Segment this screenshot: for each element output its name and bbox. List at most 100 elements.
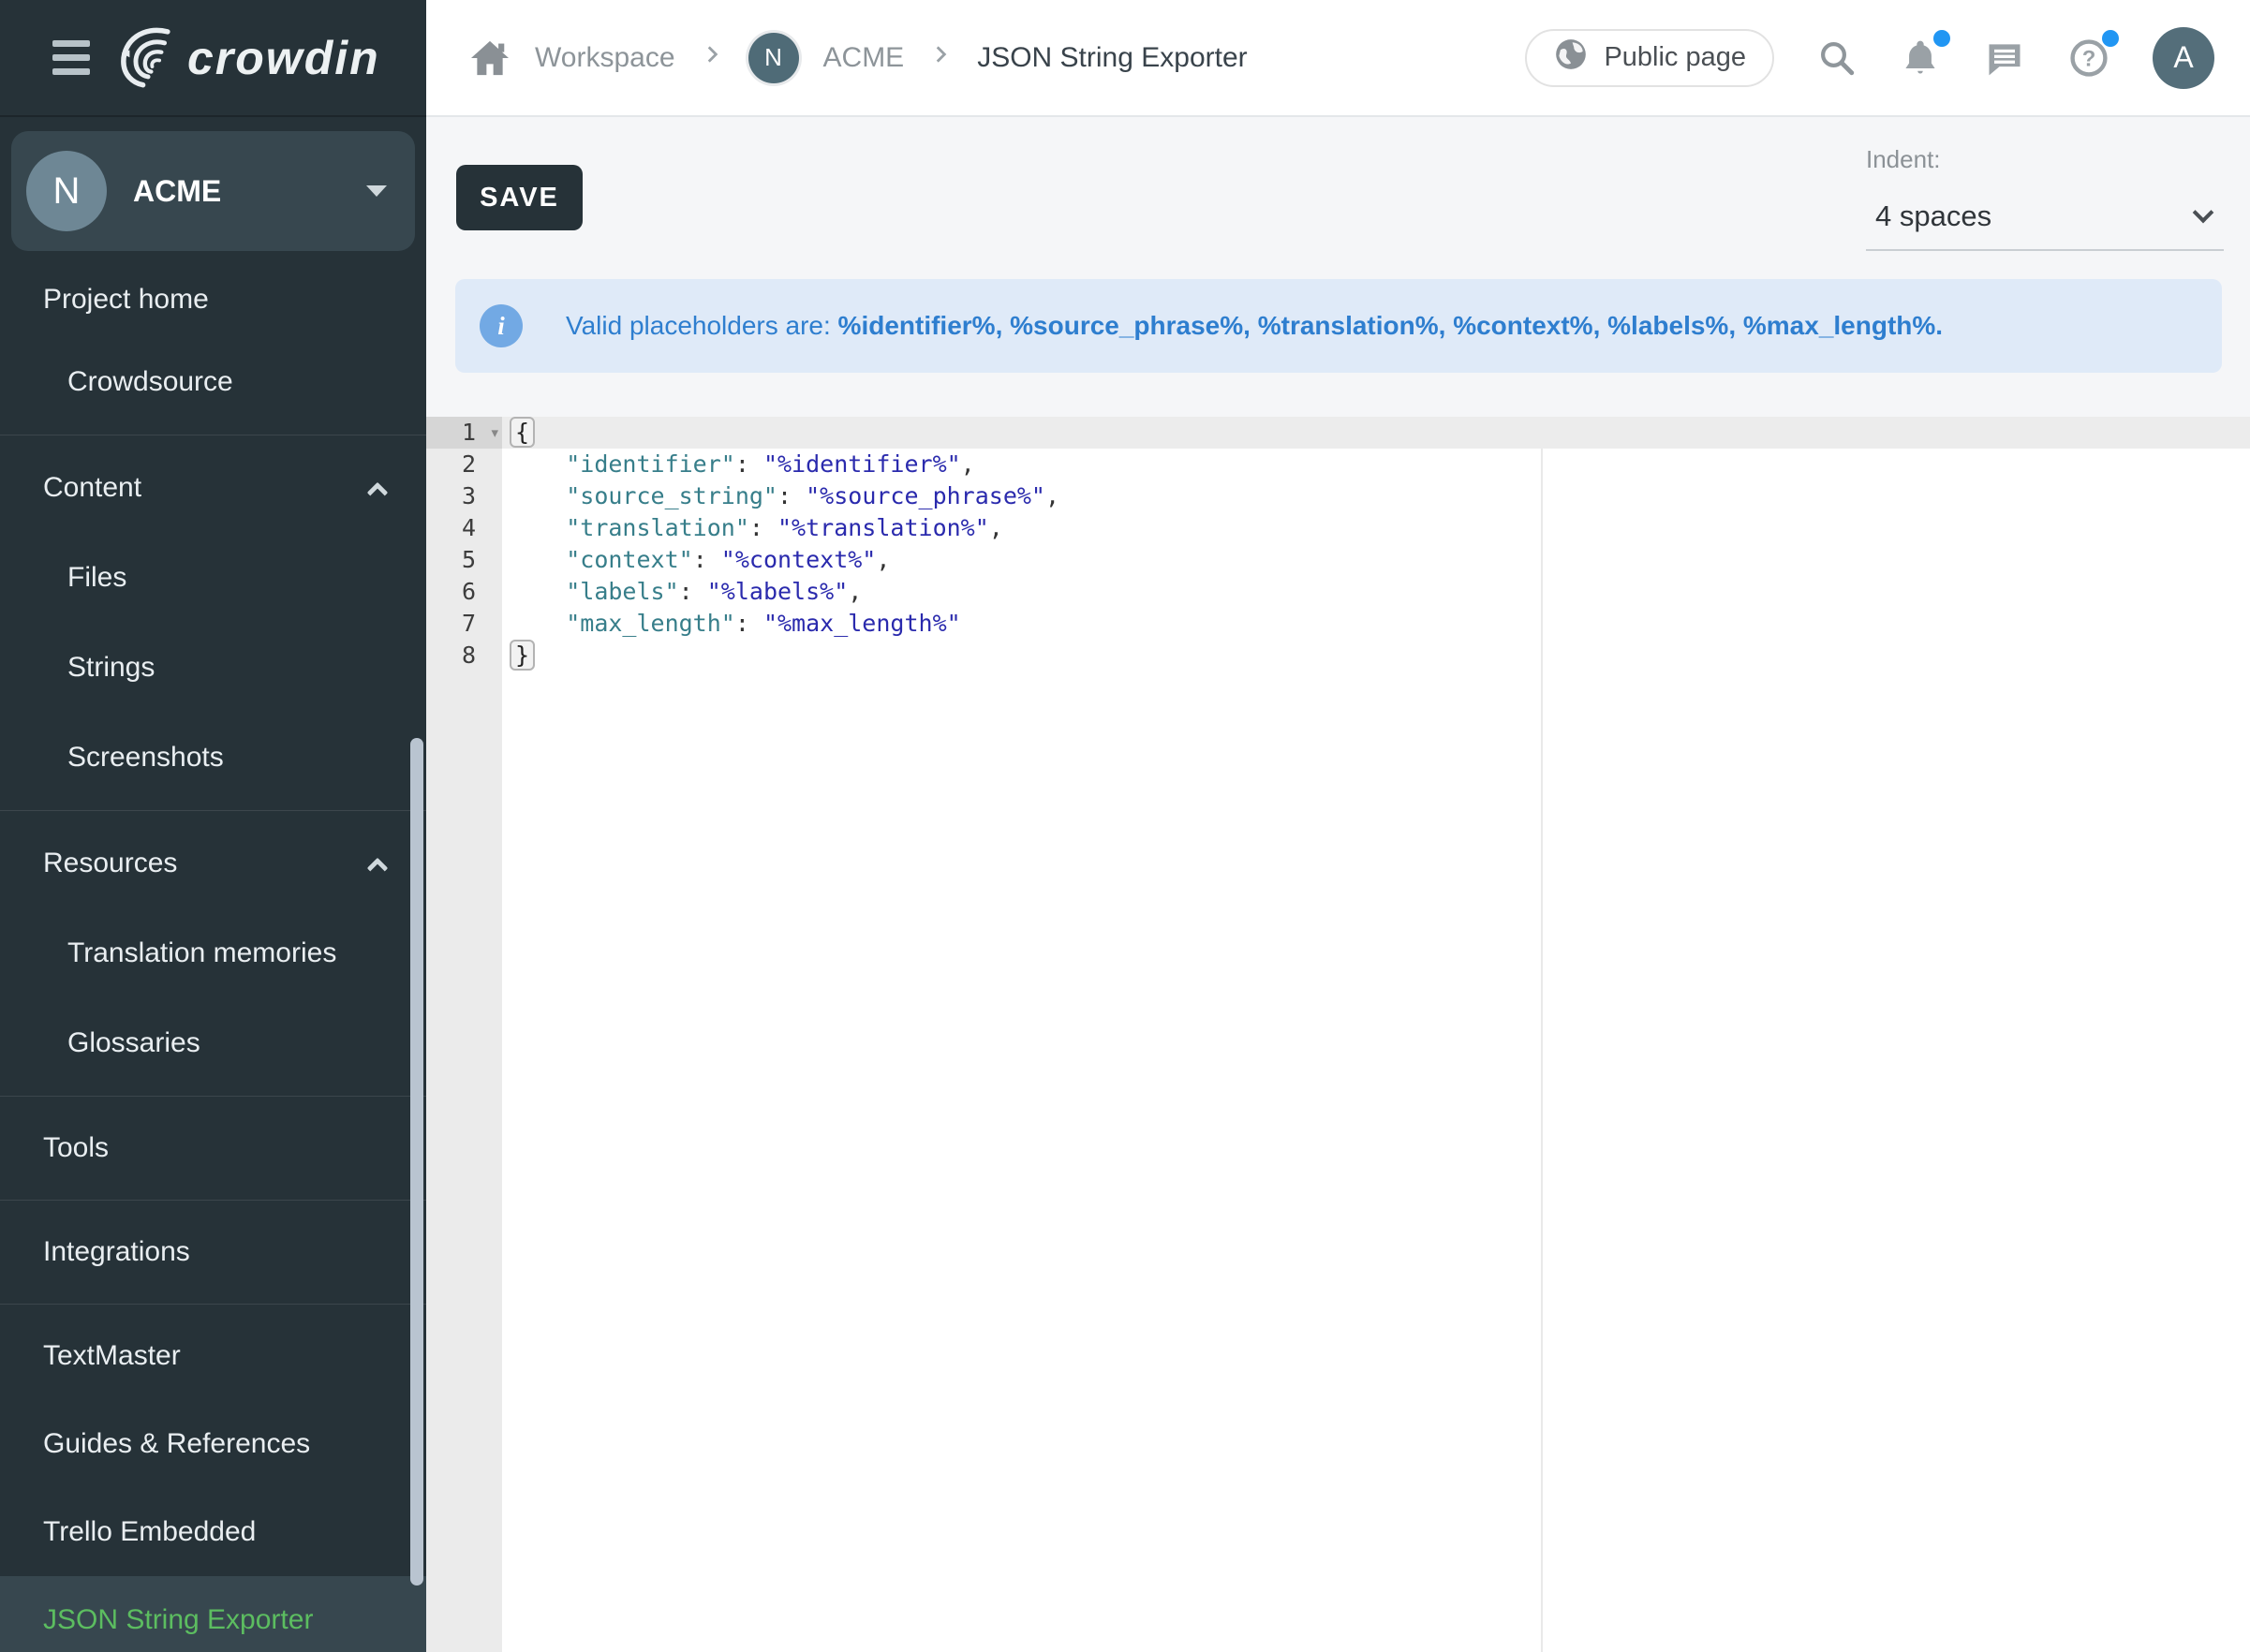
gutter-line-number[interactable]: 4 [426, 512, 502, 544]
sidebar-item-label: Strings [67, 652, 155, 684]
sidebar-item-files[interactable]: Files [0, 533, 426, 623]
chevron-up-icon [367, 482, 389, 504]
code-token-key: "labels" [566, 578, 678, 605]
code-token-plain: , [961, 450, 975, 478]
save-button[interactable]: SAVE [456, 165, 583, 230]
code-token-value: "%context%" [721, 546, 877, 573]
sidebar-item-tools[interactable]: Tools [0, 1104, 426, 1192]
breadcrumb-workspace[interactable]: Workspace [535, 42, 675, 74]
chevron-right-icon [700, 42, 724, 74]
code-line[interactable]: "context": "%context%", [502, 544, 2250, 576]
gutter-line-number[interactable]: 8 [426, 640, 502, 671]
code-token-value: "%translation%" [777, 514, 989, 541]
help-notification-dot [2102, 30, 2119, 47]
code-token-plain: , [1045, 482, 1059, 509]
code-line[interactable]: } [502, 640, 2250, 671]
gutter-line-number[interactable]: 2 [426, 449, 502, 480]
placeholder-token: %context%, [1453, 311, 1607, 340]
indent-select-value: 4 spaces [1875, 199, 1991, 233]
sidebar-item-label: Tools [43, 1132, 109, 1164]
search-icon[interactable] [1817, 38, 1857, 78]
sidebar-item-label: Glossaries [67, 1027, 200, 1059]
help-icon[interactable]: ? [2068, 37, 2109, 79]
globe-icon [1553, 37, 1589, 80]
code-token-plain: , [989, 514, 1003, 541]
code-token-plain: , [876, 546, 890, 573]
sidebar-item-crowdsource[interactable]: Crowdsource [0, 337, 426, 427]
indent-label: Indent: [1866, 145, 2224, 174]
code-token-key: "max_length" [566, 610, 735, 637]
crowdin-wordmark: crowdin [187, 31, 380, 85]
code-token-key: "translation" [566, 514, 749, 541]
placeholder-token: %max_length%. [1743, 311, 1943, 340]
messages-icon[interactable] [1984, 37, 2025, 79]
sidebar-section: Tools [0, 1097, 426, 1200]
code-token-plain [510, 546, 566, 573]
sidebar-section: Resources Translation memories Glossaries [0, 811, 426, 1096]
placeholder-token: %identifier%, [838, 311, 1011, 340]
gutter-line-number[interactable]: 5 [426, 544, 502, 576]
home-icon[interactable] [469, 39, 511, 77]
sidebar-item-translation-memories[interactable]: Translation memories [0, 908, 426, 998]
code-token-value: "%max_length%" [763, 610, 961, 637]
code-line[interactable]: "labels": "%labels%", [502, 576, 2250, 608]
svg-text:?: ? [2082, 46, 2096, 71]
code-editor[interactable]: 1▾2345678 { "identifier": "%identifier%"… [426, 417, 2250, 1652]
editor-code-area[interactable]: { "identifier": "%identifier%", "source_… [502, 417, 2250, 1652]
topbar: Workspace N ACME JSON String Exporter Pu… [426, 0, 2250, 117]
code-line[interactable]: "max_length": "%max_length%" [502, 608, 2250, 640]
project-badge[interactable]: N [748, 33, 799, 83]
chevron-up-icon [367, 858, 389, 879]
sidebar-item-label: Translation memories [67, 937, 336, 969]
code-token-key: "source_string" [566, 482, 777, 509]
sidebar-item-guides-references[interactable]: Guides & References [0, 1400, 426, 1488]
sidebar-item-integrations[interactable]: Integrations [0, 1208, 426, 1296]
banner-placeholders: %identifier%, %source_phrase%, %translat… [838, 311, 1944, 340]
sidebar-item-screenshots[interactable]: Screenshots [0, 713, 426, 803]
fold-toggle-icon[interactable]: ▾ [491, 418, 498, 450]
sidebar-item-label: TextMaster [43, 1340, 181, 1372]
sidebar-group-content[interactable]: Content [0, 443, 426, 533]
gutter-line-number[interactable]: 6 [426, 576, 502, 608]
code-token-value: "%source_phrase%" [806, 482, 1045, 509]
public-page-label: Public page [1604, 42, 1746, 73]
sidebar-item-strings[interactable]: Strings [0, 623, 426, 713]
code-token-plain: : [679, 578, 707, 605]
caret-down-icon [366, 185, 387, 197]
placeholder-token: %source_phrase%, [1010, 311, 1258, 340]
gutter-line-number[interactable]: 3 [426, 480, 502, 512]
sidebar-item-json-string-exporter[interactable]: JSON String Exporter [0, 1576, 426, 1652]
sidebar: N ACME Project homeCrowdsource Content Fil… [0, 117, 426, 1652]
code-line[interactable]: "translation": "%translation%", [502, 512, 2250, 544]
code-token-plain [510, 482, 566, 509]
code-line[interactable]: "identifier": "%identifier%", [502, 449, 2250, 480]
sidebar-item-project-home[interactable]: Project home [0, 262, 426, 337]
sidebar-group-label: Content [43, 472, 141, 504]
sidebar-section: TextMaster Guides & ReferencesTrello Embe… [0, 1305, 426, 1652]
sidebar-item-trello-embedded[interactable]: Trello Embedded [0, 1488, 426, 1576]
editor-gutter: 1▾2345678 [426, 417, 502, 1652]
notifications-bell-icon[interactable] [1900, 37, 1941, 79]
sidebar-item-label: Screenshots [67, 742, 224, 774]
crowdin-logo[interactable]: crowdin [114, 22, 380, 93]
code-token-plain: : [749, 514, 777, 541]
sidebar-item-label: JSON String Exporter [43, 1604, 313, 1636]
breadcrumb-project[interactable]: ACME [823, 42, 905, 74]
public-page-button[interactable]: Public page [1525, 29, 1774, 87]
code-line[interactable]: "source_string": "%source_phrase%", [502, 480, 2250, 512]
sidebar-item-glossaries[interactable]: Glossaries [0, 998, 426, 1088]
hamburger-menu-icon[interactable] [52, 40, 90, 75]
gutter-line-number[interactable]: 7 [426, 608, 502, 640]
sidebar-scrollbar[interactable] [410, 738, 423, 1586]
code-token-value: "%identifier%" [763, 450, 961, 478]
notification-dot [1933, 30, 1950, 47]
gutter-line-number[interactable]: 1▾ [426, 417, 502, 449]
code-line[interactable]: { [502, 417, 2250, 449]
sidebar-group-resources[interactable]: Resources [0, 819, 426, 908]
indent-select[interactable]: 4 spaces [1866, 184, 2224, 251]
sidebar-item-textmaster[interactable]: TextMaster [0, 1312, 426, 1400]
user-avatar[interactable]: A [2153, 27, 2214, 89]
sidebar-section: Content Files Strings Screenshots [0, 435, 426, 810]
project-selector[interactable]: N ACME [11, 131, 415, 251]
code-token-plain: : [693, 546, 721, 573]
